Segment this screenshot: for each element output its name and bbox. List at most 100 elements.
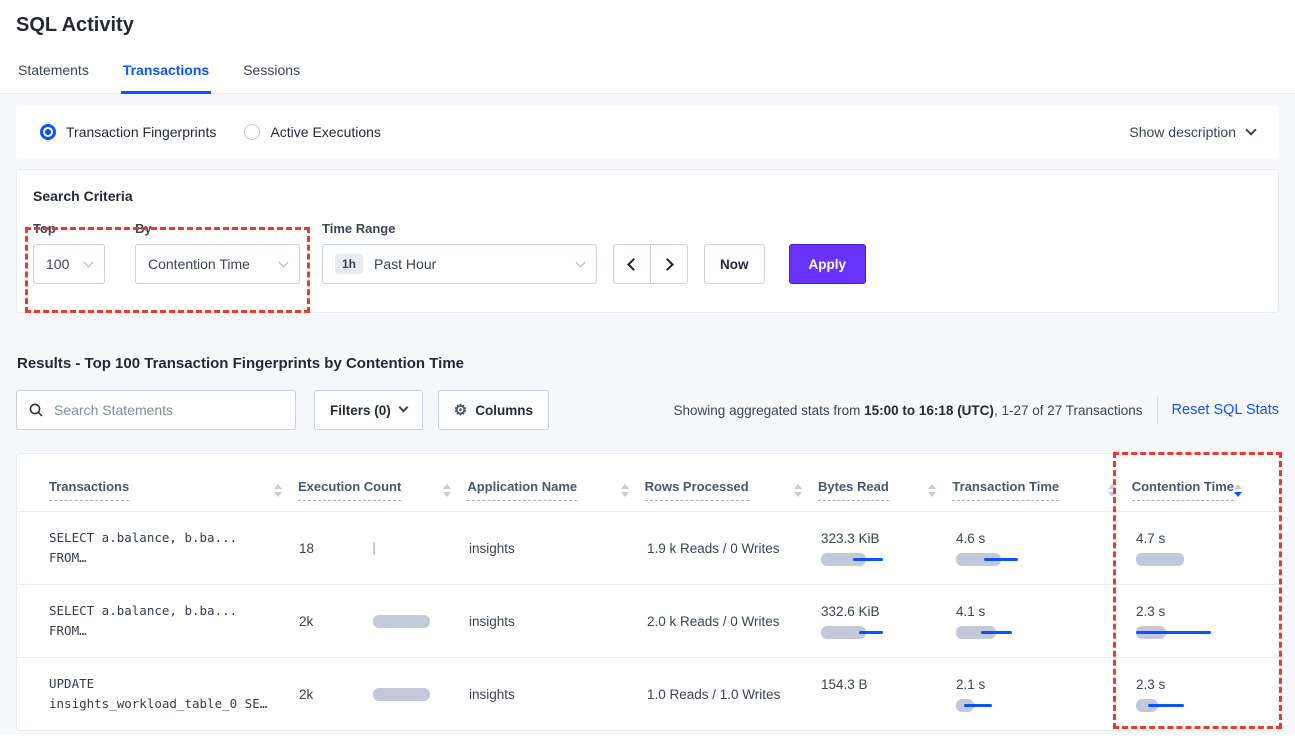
table-header-row: Transactions Execution Count Application… xyxy=(17,454,1278,512)
sort-icon[interactable] xyxy=(928,484,936,497)
contention-time-cell: 2.3 s xyxy=(1136,604,1258,639)
by-select-value: Contention Time xyxy=(148,256,250,272)
transactions-table: Transactions Execution Count Application… xyxy=(16,453,1279,731)
header-rows-processed[interactable]: Rows Processed xyxy=(645,479,818,511)
transaction-time-bar xyxy=(956,699,1036,712)
sort-icon[interactable] xyxy=(443,484,451,497)
sort-icon[interactable] xyxy=(794,484,802,497)
application-name-cell: insights xyxy=(469,687,647,702)
bytes-read-bar xyxy=(821,626,901,639)
page-content: Transaction Fingerprints Active Executio… xyxy=(0,94,1295,734)
header-contention-time[interactable]: Contention Time xyxy=(1132,479,1258,511)
transaction-time-cell: 4.6 s xyxy=(956,531,1136,566)
chevron-down-icon xyxy=(398,403,408,413)
header-transactions[interactable]: Transactions xyxy=(49,479,298,511)
page-title: SQL Activity xyxy=(16,14,1279,37)
show-description-label: Show description xyxy=(1129,124,1236,140)
search-criteria-card: Search Criteria Top 100 By Contention Ti… xyxy=(16,169,1279,313)
execution-count-bar xyxy=(373,615,453,628)
showing-stats-range: 15:00 to 16:18 (UTC) xyxy=(864,403,994,418)
filters-button[interactable]: Filters (0) xyxy=(314,390,423,430)
showing-stats-text: Showing aggregated stats from 15:00 to 1… xyxy=(674,403,1143,418)
table-row: UPDATEinsights_workload_table_0 SE… 2k i… xyxy=(17,658,1278,731)
results-heading: Results - Top 100 Transaction Fingerprin… xyxy=(16,355,1279,372)
header-application-name[interactable]: Application Name xyxy=(467,479,644,511)
top-select[interactable]: 100 xyxy=(33,244,105,284)
by-select[interactable]: Contention Time xyxy=(135,244,300,284)
time-range-field: Time Range 1h Past Hour xyxy=(322,221,597,284)
time-range-select[interactable]: 1h Past Hour xyxy=(322,244,597,284)
search-statements-box[interactable] xyxy=(16,390,296,430)
columns-label: Columns xyxy=(475,403,533,418)
search-icon xyxy=(29,403,43,417)
search-criteria-form: Top 100 By Contention Time Time Range 1h xyxy=(33,221,1262,284)
radio-transaction-fingerprints[interactable]: Transaction Fingerprints xyxy=(40,124,216,140)
sort-icon[interactable] xyxy=(1234,484,1242,497)
transaction-time-bar xyxy=(956,626,1036,639)
view-toggle-bar: Transaction Fingerprints Active Executio… xyxy=(16,106,1279,158)
sort-icon[interactable] xyxy=(1108,484,1116,497)
now-button[interactable]: Now xyxy=(704,244,765,284)
time-range-badge: 1h xyxy=(335,254,363,274)
sort-icon[interactable] xyxy=(621,484,629,497)
results-controls: Filters (0) ⚙ Columns Showing aggregated… xyxy=(16,390,1279,430)
gear-icon: ⚙ xyxy=(454,403,467,418)
table-row: SELECT a.balance, b.ba...FROM… 2k insigh… xyxy=(17,585,1278,658)
header-transaction-time[interactable]: Transaction Time xyxy=(952,479,1131,511)
sort-icon[interactable] xyxy=(274,484,282,497)
transaction-fingerprint-link[interactable]: UPDATEinsights_workload_table_0 SE… xyxy=(49,674,299,714)
tab-statements[interactable]: Statements xyxy=(16,62,91,93)
transaction-time-bar xyxy=(956,553,1036,566)
chevron-right-icon xyxy=(661,258,674,271)
prev-time-button[interactable] xyxy=(613,244,651,284)
time-range-label: Time Range xyxy=(322,221,597,236)
search-statements-input[interactable] xyxy=(52,401,283,419)
show-description-toggle[interactable]: Show description xyxy=(1129,124,1255,140)
vertical-divider xyxy=(1157,396,1158,424)
chevron-down-icon xyxy=(279,257,289,267)
by-label: By xyxy=(135,221,300,236)
execution-count-cell: 18 xyxy=(299,541,469,556)
transaction-time-cell: 2.1 s xyxy=(956,677,1136,712)
time-range-value: Past Hour xyxy=(374,256,436,272)
chevron-down-icon xyxy=(576,257,586,267)
transaction-fingerprint-link[interactable]: SELECT a.balance, b.ba...FROM… xyxy=(49,528,299,568)
radio-selected-icon[interactable] xyxy=(40,124,56,140)
rows-processed-cell: 1.0 Reads / 1.0 Writes xyxy=(647,687,821,702)
search-criteria-heading: Search Criteria xyxy=(33,188,1262,204)
radio-label: Active Executions xyxy=(270,124,381,140)
reset-sql-stats-link[interactable]: Reset SQL Stats xyxy=(1172,402,1279,418)
chevron-down-icon xyxy=(1245,124,1256,135)
columns-button[interactable]: ⚙ Columns xyxy=(438,390,549,430)
application-name-cell: insights xyxy=(469,541,647,556)
next-time-button[interactable] xyxy=(650,244,688,284)
execution-count-cell: 2k xyxy=(299,614,469,629)
chevron-down-icon xyxy=(84,257,94,267)
page-header: SQL Activity Statements Transactions Ses… xyxy=(0,0,1295,94)
rows-processed-cell: 1.9 k Reads / 0 Writes xyxy=(647,541,821,556)
bytes-read-bar xyxy=(821,553,901,566)
radio-label: Transaction Fingerprints xyxy=(66,124,216,140)
radio-unselected-icon[interactable] xyxy=(244,124,260,140)
contention-time-cell: 2.3 s xyxy=(1136,677,1258,712)
apply-button[interactable]: Apply xyxy=(789,244,867,284)
top-select-value: 100 xyxy=(46,256,69,272)
header-execution-count[interactable]: Execution Count xyxy=(298,479,467,511)
by-field: By Contention Time xyxy=(135,221,300,284)
transaction-fingerprint-link[interactable]: SELECT a.balance, b.ba...FROM… xyxy=(49,601,299,641)
bytes-read-cell: 154.3 B xyxy=(821,677,956,712)
execution-count-bar xyxy=(373,542,453,555)
chevron-left-icon xyxy=(627,258,640,271)
tab-sessions[interactable]: Sessions xyxy=(241,62,302,93)
bytes-read-cell: 332.6 KiB xyxy=(821,604,956,639)
contention-time-bar xyxy=(1136,626,1216,639)
radio-active-executions[interactable]: Active Executions xyxy=(244,124,381,140)
tab-transactions[interactable]: Transactions xyxy=(121,62,211,94)
top-field: Top 100 xyxy=(33,221,105,284)
bytes-read-cell: 323.3 KiB xyxy=(821,531,956,566)
top-label: Top xyxy=(33,221,105,236)
execution-count-bar xyxy=(373,688,453,701)
header-bytes-read[interactable]: Bytes Read xyxy=(818,479,952,511)
execution-count-cell: 2k xyxy=(299,687,469,702)
filters-label: Filters (0) xyxy=(330,403,391,418)
